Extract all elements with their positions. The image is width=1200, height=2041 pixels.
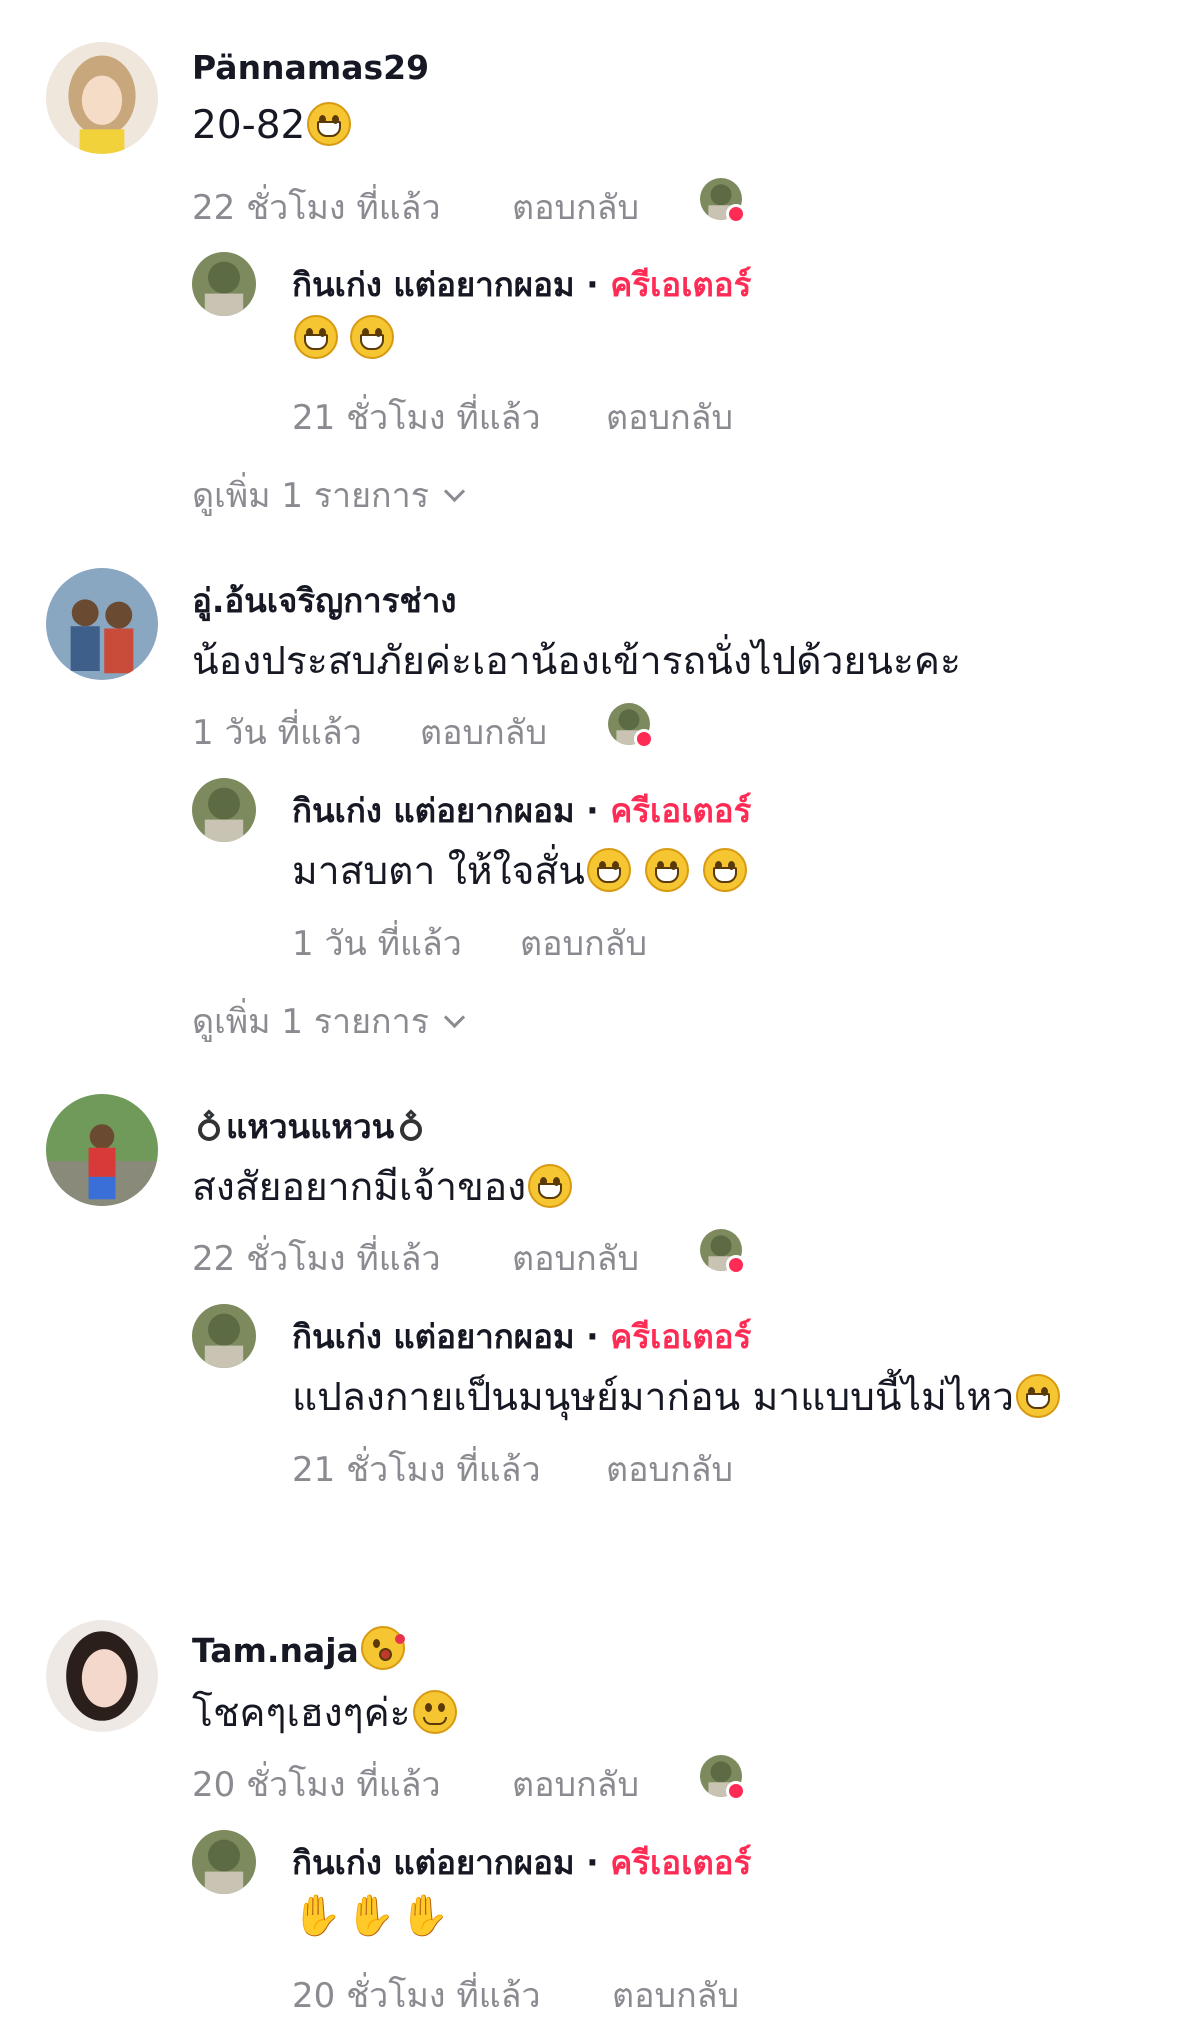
comment-time: 1 วัน ที่แล้ว	[192, 713, 362, 753]
creator-avatar[interactable]	[192, 1304, 256, 1368]
chevron-down-icon	[443, 480, 466, 503]
creator-liked-icon	[700, 1229, 746, 1275]
view-more-replies[interactable]: ดูเพิ่ม 1 รายการ	[192, 994, 466, 1048]
pray-emoji-icon: ✋	[345, 1893, 396, 1939]
comment-text: 20-82	[192, 102, 352, 148]
commenter-avatar[interactable]	[46, 568, 158, 680]
reply-button[interactable]: ตอบกลับ	[606, 1442, 733, 1496]
separator: ·	[574, 1317, 611, 1356]
commenter-username[interactable]: Pännamas29	[192, 48, 429, 87]
creator-username[interactable]: กินเก่ง แต่อยากผอม	[292, 1317, 575, 1356]
reply-button[interactable]: ตอบกลับ	[606, 390, 733, 444]
view-more-label: ดูเพิ่ม 1 รายการ	[192, 1002, 429, 1042]
heart-icon	[726, 1255, 746, 1275]
grin-emoji-icon	[294, 315, 338, 359]
creator-reply-header: กินเก่ง แต่อยากผอม · ครีเอเตอร์	[292, 1310, 751, 1363]
heart-icon	[726, 204, 746, 224]
comment-text-content: โชคๆเฮงๆค่ะ	[192, 1691, 411, 1736]
creator-reply-time: 20 ชั่วโมง ที่แล้ว	[292, 1976, 541, 2016]
creator-reply-time: 21 ชั่วโมง ที่แล้ว	[292, 398, 541, 438]
reply-button[interactable]: ตอบกลับ	[512, 1231, 639, 1285]
creator-username[interactable]: กินเก่ง แต่อยากผอม	[292, 791, 575, 830]
view-more-replies[interactable]: ดูเพิ่ม 1 รายการ	[192, 468, 466, 522]
creator-reply-header: กินเก่ง แต่อยากผอม · ครีเอเตอร์	[292, 784, 751, 837]
chevron-down-icon	[443, 1006, 466, 1029]
creator-reply-text	[292, 315, 394, 361]
comment-text: น้องประสบภัยค่ะเอาน้องเข้ารถนั่งไปด้วยนะ…	[192, 639, 961, 684]
commenter-avatar[interactable]	[46, 1094, 158, 1206]
creator-badge: ครีเอเตอร์	[610, 1843, 752, 1882]
commenter-username-row[interactable]: แหวนแหวน	[192, 1100, 428, 1153]
commenter-username: Tam.naja	[192, 1631, 359, 1670]
laugh-emoji-icon	[528, 1164, 573, 1208]
creator-reply-content: แปลงกายเป็นมนุษย์มาก่อน มาแบบนี้ไม่ไหว	[292, 1375, 1015, 1420]
reply-button[interactable]: ตอบกลับ	[612, 1968, 739, 2022]
creator-reply-time: 21 ชั่วโมง ที่แล้ว	[292, 1450, 541, 1490]
commenter-username-row[interactable]: Tam.naja	[192, 1626, 405, 1670]
separator: ·	[574, 265, 611, 304]
kiss-emoji-icon	[360, 1626, 405, 1670]
heart-icon	[634, 729, 654, 749]
commenter-username[interactable]: อู่.อ้นเจริญการช่าง	[192, 574, 456, 627]
reply-button[interactable]: ตอบกลับ	[520, 916, 647, 970]
pray-emoji-icon: ✋	[399, 1893, 450, 1939]
wink-emoji-icon	[412, 1690, 457, 1734]
reply-button[interactable]: ตอบกลับ	[420, 705, 547, 759]
creator-badge: ครีเอเตอร์	[610, 265, 752, 304]
laugh-emoji-icon	[702, 848, 747, 892]
creator-reply-content: มาสบตา ให้ใจสั่น	[292, 849, 585, 894]
creator-username[interactable]: กินเก่ง แต่อยากผอม	[292, 265, 575, 304]
reply-button[interactable]: ตอบกลับ	[512, 1757, 639, 1811]
comment-time: 20 ชั่วโมง ที่แล้ว	[192, 1765, 441, 1805]
creator-badge: ครีเอเตอร์	[610, 791, 752, 830]
reply-button[interactable]: ตอบกลับ	[512, 180, 639, 234]
creator-reply-header: กินเก่ง แต่อยากผอม · ครีเอเตอร์	[292, 1836, 751, 1889]
pray-emoji-icon: ✋	[292, 1893, 342, 1939]
creator-reply-text: ✋ ✋ ✋	[292, 1890, 453, 1939]
creator-liked-icon	[700, 1755, 746, 1801]
creator-avatar[interactable]	[192, 778, 256, 842]
separator: ·	[574, 791, 611, 830]
heart-icon	[726, 1781, 746, 1801]
comment-text-content: สงสัยอยากมีเจ้าของ	[192, 1165, 527, 1210]
creator-reply-time: 1 วัน ที่แล้ว	[292, 924, 462, 964]
comment-text: สงสัยอยากมีเจ้าของ	[192, 1156, 573, 1218]
ring-emoji-icon	[400, 1119, 423, 1141]
grin-emoji-icon	[1016, 1374, 1061, 1418]
creator-reply-text: มาสบตา ให้ใจสั่น	[292, 840, 747, 902]
laugh-emoji-icon	[644, 848, 689, 892]
separator: ·	[574, 1843, 611, 1882]
grin-emoji-icon	[307, 102, 352, 146]
ring-emoji-icon	[198, 1119, 220, 1141]
grin-emoji-icon	[350, 315, 394, 359]
creator-badge: ครีเอเตอร์	[610, 1317, 752, 1356]
commenter-avatar[interactable]	[46, 42, 158, 154]
creator-reply-header: กินเก่ง แต่อยากผอม · ครีเอเตอร์	[292, 258, 751, 311]
commenter-avatar[interactable]	[46, 1620, 158, 1732]
comment-time: 22 ชั่วโมง ที่แล้ว	[192, 1239, 441, 1279]
creator-liked-icon	[608, 703, 654, 749]
comment-text: โชคๆเฮงๆค่ะ	[192, 1682, 457, 1744]
creator-reply-text: แปลงกายเป็นมนุษย์มาก่อน มาแบบนี้ไม่ไหว	[292, 1366, 1061, 1428]
comment-time: 22 ชั่วโมง ที่แล้ว	[192, 188, 441, 228]
creator-username[interactable]: กินเก่ง แต่อยากผอม	[292, 1843, 575, 1882]
creator-avatar[interactable]	[192, 252, 256, 316]
laugh-emoji-icon	[586, 848, 631, 892]
view-more-label: ดูเพิ่ม 1 รายการ	[192, 476, 429, 516]
creator-avatar[interactable]	[192, 1830, 256, 1894]
comment-text-content: 20-82	[192, 103, 306, 148]
commenter-username: แหวนแหวน	[226, 1107, 395, 1146]
creator-liked-icon	[700, 178, 746, 224]
